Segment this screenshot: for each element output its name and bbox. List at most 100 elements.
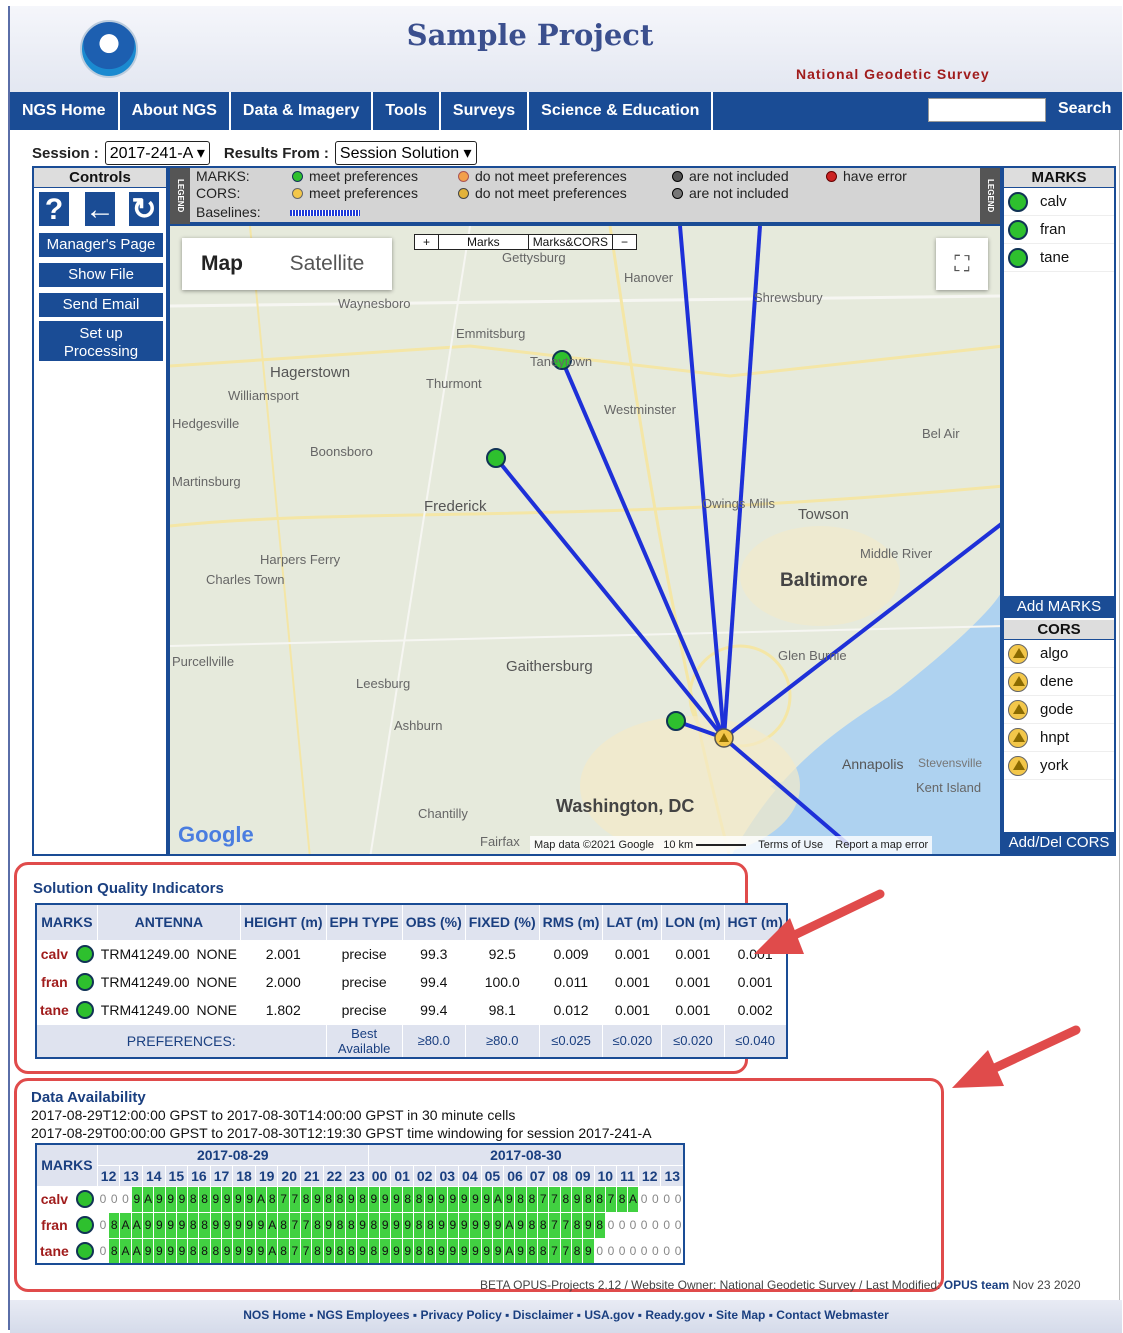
da-cell: 8 xyxy=(333,1185,347,1213)
da-cell: 9 xyxy=(175,1185,189,1213)
pref-fixed: ≥80.0 xyxy=(464,1023,540,1059)
da-cell: 0 xyxy=(616,1211,628,1239)
mark-status-icon xyxy=(1008,191,1028,212)
footer-link[interactable]: Privacy Policy xyxy=(420,1308,501,1322)
place-label: Gettysburg xyxy=(502,250,566,265)
marks-panel: MARKS calv fran tane Add MARKS CORS algo… xyxy=(1002,166,1116,856)
layer-zoom-in-button[interactable]: + xyxy=(415,235,440,249)
cors-list-item[interactable]: gode xyxy=(1004,696,1114,724)
back-arrow-icon[interactable]: ← xyxy=(84,191,116,227)
da-mark-name: fran xyxy=(35,1211,73,1239)
cors-status-icon xyxy=(1008,643,1028,664)
footer-link[interactable]: Ready.gov xyxy=(645,1308,705,1322)
da-day2-header: 2017-08-30 xyxy=(367,1143,685,1166)
nav-data-imagery[interactable]: Data & Imagery xyxy=(231,92,374,130)
da-cell: 9 xyxy=(243,1237,256,1265)
da-cell: 7 xyxy=(548,1237,561,1265)
da-cell: 8 xyxy=(311,1211,324,1239)
site-title: Sample Project xyxy=(406,18,654,52)
send-email-button[interactable]: Send Email xyxy=(38,292,164,318)
footer-link[interactable]: NOS Home xyxy=(243,1308,306,1322)
footer-link[interactable]: Contact Webmaster xyxy=(776,1308,888,1322)
site-subtitle: National Geodetic Survey xyxy=(796,66,990,82)
footer-link[interactable]: Site Map xyxy=(716,1308,765,1322)
results-select[interactable]: Session Solution ▾ xyxy=(334,141,477,165)
cors-list-item[interactable]: york xyxy=(1004,752,1114,780)
da-hour-header: 17 xyxy=(209,1164,234,1187)
mark-status-icon xyxy=(1008,219,1028,240)
sqi-header: RMS (m) xyxy=(538,903,604,941)
legend-marks-label: MARKS: xyxy=(196,168,250,184)
da-cell: 0 xyxy=(637,1237,651,1265)
terms-link[interactable]: Terms of Use xyxy=(758,839,823,851)
place-label: Towson xyxy=(798,506,849,523)
da-cell: 9 xyxy=(446,1211,460,1239)
nav-surveys[interactable]: Surveys xyxy=(441,92,530,130)
da-cell: 8 xyxy=(322,1185,335,1213)
cors-status-icon xyxy=(1008,671,1028,692)
legend-notincl-text: are not included xyxy=(689,168,789,184)
footer-link[interactable]: NGS Employees xyxy=(317,1308,410,1322)
marks-list-item[interactable]: calv xyxy=(1004,188,1114,216)
da-hour-header: 14 xyxy=(141,1164,166,1187)
da-cell: 0 xyxy=(96,1237,110,1265)
sqi-cell-antenna: TRM41249.00 xyxy=(96,995,194,1025)
da-cell: A xyxy=(119,1237,132,1265)
search-input[interactable] xyxy=(928,98,1046,122)
noaa-logo[interactable] xyxy=(80,20,138,78)
da-cell: A xyxy=(130,1237,143,1265)
sqi-cell-fixed: 92.5 xyxy=(464,939,540,969)
nav-about-ngs[interactable]: About NGS xyxy=(120,92,231,130)
da-hour-header: 04 xyxy=(458,1164,482,1187)
help-icon[interactable]: ? xyxy=(38,191,70,227)
site-footer: NOS Home ▪ NGS Employees ▪ Privacy Polic… xyxy=(10,1300,1122,1333)
da-cell: 7 xyxy=(299,1237,313,1265)
search-button[interactable]: Search xyxy=(1052,96,1117,122)
cors-list-item[interactable]: dene xyxy=(1004,668,1114,696)
layer-zoom-out-button[interactable]: − xyxy=(613,235,636,249)
managers-page-button[interactable]: Manager's Page xyxy=(38,232,164,258)
nav-science-education[interactable]: Science & Education xyxy=(529,92,714,130)
layer-marks-button[interactable]: Marks xyxy=(439,235,529,249)
da-mark-name: tane xyxy=(35,1237,73,1265)
da-cell: 8 xyxy=(367,1211,381,1239)
marks-list-item[interactable]: tane xyxy=(1004,244,1114,272)
da-cell: 9 xyxy=(153,1185,166,1213)
da-cell: 9 xyxy=(435,1211,448,1239)
sqi-cell-height: 2.000 xyxy=(239,967,327,997)
da-cell: 7 xyxy=(604,1185,618,1213)
sqi-cell-lon: 0.001 xyxy=(661,939,725,969)
report-error-link[interactable]: Report a map error xyxy=(835,839,928,851)
footer-link[interactable]: USA.gov xyxy=(584,1308,634,1322)
refresh-icon[interactable]: ↻ xyxy=(128,191,160,227)
layer-marks-cors-button[interactable]: Marks&CORS xyxy=(529,235,614,249)
da-cell: 0 xyxy=(604,1211,618,1239)
place-label: Hanover xyxy=(624,270,674,285)
nav-tools[interactable]: Tools xyxy=(373,92,441,130)
da-cell: 0 xyxy=(627,1211,639,1239)
da-cell: A xyxy=(254,1185,268,1213)
session-select[interactable]: 2017-241-A ▾ xyxy=(104,141,210,165)
da-hour-header: 13 xyxy=(660,1164,685,1187)
pref-hgt: ≤0.040 xyxy=(723,1023,788,1059)
da-hour-header: 13 xyxy=(119,1164,143,1187)
footer-link[interactable]: Disclaimer xyxy=(513,1308,574,1322)
map-view[interactable]: Map Satellite + Marks Marks&CORS − ⛶ Get… xyxy=(168,224,1002,856)
da-cell: 9 xyxy=(232,1211,245,1239)
setup-processing-button[interactable]: Set up Processing xyxy=(38,320,164,362)
marks-list-item[interactable]: fran xyxy=(1004,216,1114,244)
place-label: Westminster xyxy=(604,402,676,417)
pref-lat: ≤0.020 xyxy=(602,1023,663,1059)
add-marks-button[interactable]: Add MARKS xyxy=(1004,596,1114,618)
place-label: Waynesboro xyxy=(338,296,411,311)
show-file-button[interactable]: Show File xyxy=(38,262,164,288)
cors-list-item[interactable]: algo xyxy=(1004,640,1114,668)
add-del-cors-button[interactable]: Add/Del CORS xyxy=(1004,832,1114,854)
fullscreen-icon[interactable]: ⛶ xyxy=(936,238,988,290)
sqi-header: OBS (%) xyxy=(401,903,466,941)
satellite-tab[interactable]: Satellite xyxy=(262,238,392,290)
da-cell: 8 xyxy=(108,1237,121,1265)
nav-ngs-home[interactable]: NGS Home xyxy=(10,92,120,130)
cors-list-item[interactable]: hnpt xyxy=(1004,724,1114,752)
map-tab[interactable]: Map xyxy=(182,238,262,290)
